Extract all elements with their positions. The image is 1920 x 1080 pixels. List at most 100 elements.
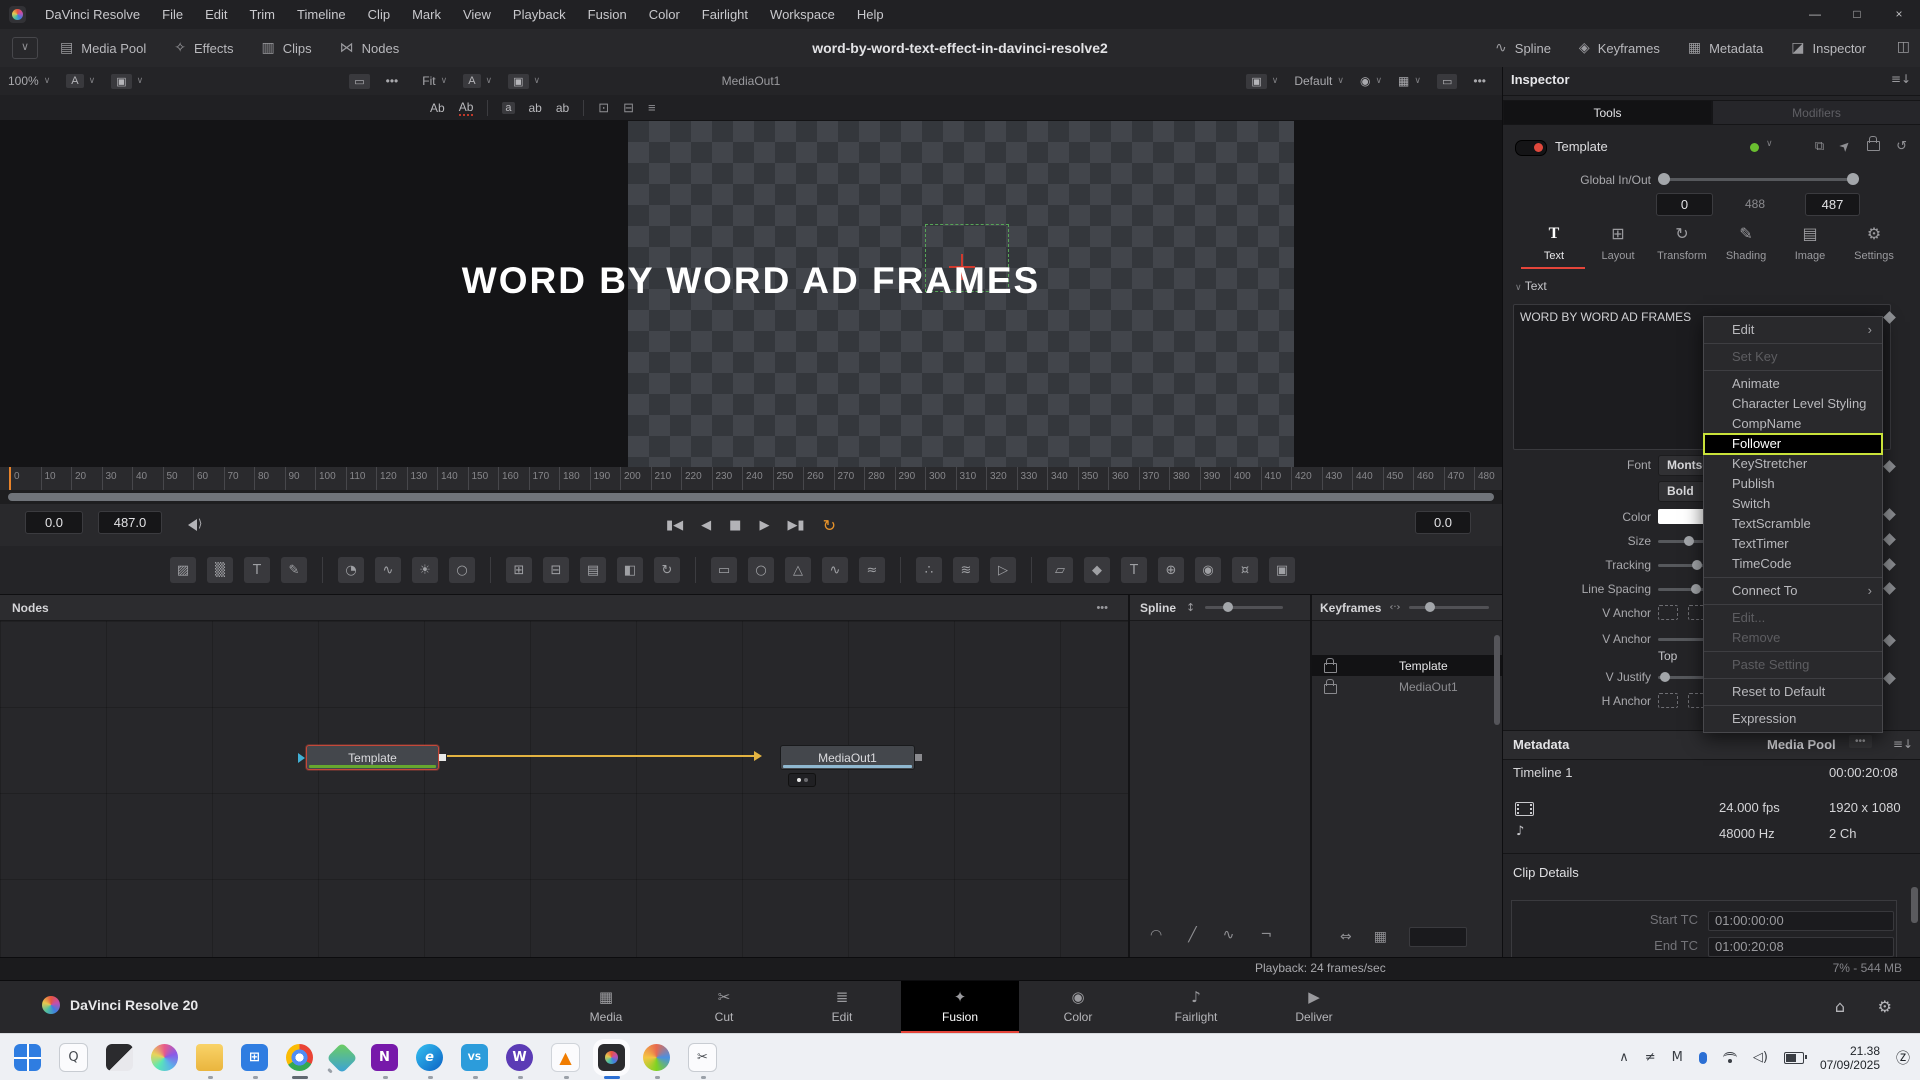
fusion-tool-icon[interactable]: ∿ [375, 557, 401, 583]
fusion-tool-icon[interactable]: ☀ [412, 557, 438, 583]
context-menu-item[interactable]: Set Key [1704, 347, 1882, 367]
menu-item[interactable]: Trim [239, 0, 287, 29]
lock-icon[interactable] [1867, 141, 1880, 151]
page-tab[interactable]: ✦ Fusion [901, 981, 1019, 1034]
lock-icon[interactable] [1324, 663, 1337, 673]
timeline-zoom-scrollbar[interactable] [8, 493, 1494, 501]
fusion-tool-icon[interactable]: T [244, 557, 270, 583]
window-control-button[interactable]: □ [1836, 0, 1878, 29]
tab-layout[interactable]: ⊞ Layout [1587, 222, 1649, 264]
grid-dropdown[interactable]: ▦∨ [1390, 67, 1429, 95]
taskbar-app-icon[interactable]: Q [59, 1043, 88, 1072]
viewer-canvas[interactable]: WORD BY WORD AD FRAMES [0, 121, 1502, 467]
transport-button[interactable]: ▮◀ [666, 518, 683, 533]
panel-divider[interactable] [1310, 595, 1312, 957]
keyframes-row[interactable]: MediaOut1 [1312, 676, 1502, 697]
menu-item[interactable]: File [151, 0, 194, 29]
page-tab[interactable]: ✂ Cut [665, 981, 783, 1034]
tray-app-icon[interactable]: Ⅿ [1672, 1050, 1683, 1065]
fusion-tool-icon[interactable]: ◔ [338, 557, 364, 583]
taskbar-app-icon[interactable]: VS [461, 1044, 488, 1071]
tab-tools[interactable]: Tools [1503, 100, 1712, 125]
reset-history-icon[interactable]: ↺ [1896, 139, 1907, 154]
taskbar-app-icon[interactable] [643, 1044, 670, 1071]
taskbar-app-icon[interactable] [598, 1044, 625, 1071]
volume-icon[interactable]: ◁) [1753, 1050, 1768, 1065]
viewer-display-dropdown[interactable]: ▣∨ [1238, 67, 1286, 95]
context-menu-item[interactable]: Publish [1704, 474, 1882, 494]
text-tool-icon[interactable]: ⊟ [623, 100, 634, 116]
context-menu-item[interactable]: Remove [1704, 628, 1882, 648]
text-section-header[interactable]: ∨ Text [1515, 279, 1547, 293]
template-node[interactable]: Template [306, 745, 439, 770]
menu-item[interactable]: Color [638, 0, 691, 29]
transport-button[interactable]: ▶▮ [787, 518, 804, 533]
viewer-options-button[interactable]: ••• [378, 67, 407, 95]
viewer-channel2-dropdown[interactable]: A∨ [455, 67, 500, 95]
slider-handle[interactable] [1847, 173, 1859, 185]
smooth-spline-icon[interactable]: ◠ [1150, 927, 1162, 943]
tab-transform[interactable]: ↻ Transform [1651, 222, 1713, 264]
battery-icon[interactable] [1784, 1052, 1804, 1064]
timeline-ruler[interactable]: 0102030405060708090100110120130140150160… [0, 467, 1502, 491]
fusion-tool-icon[interactable]: ▣ [1269, 557, 1295, 583]
context-menu-item[interactable]: Edit... [1704, 608, 1882, 628]
fusion-tool-icon[interactable]: ¤ [1232, 557, 1258, 583]
panel-toggle-button[interactable]: ◪ Inspector [1777, 29, 1880, 67]
context-menu-item[interactable]: TimeCode [1704, 554, 1882, 574]
window-control-button[interactable]: × [1878, 0, 1920, 29]
tab-text[interactable]: T Text [1523, 222, 1585, 264]
toolbar-button[interactable]: ✧ Effects [160, 29, 247, 67]
taskbar-app-icon[interactable] [106, 1044, 133, 1071]
node-output-icon[interactable] [915, 754, 922, 761]
context-menu-item[interactable]: Edit › [1704, 320, 1882, 340]
panel-layout-icon[interactable]: ◫ [1897, 39, 1910, 55]
wifi-icon[interactable] [1723, 1052, 1737, 1063]
tool-enable-toggle[interactable] [1515, 140, 1547, 156]
panel-divider[interactable] [1128, 595, 1130, 957]
fusion-tool-icon[interactable]: ▱ [1047, 557, 1073, 583]
expand-viewer-button[interactable]: ▭ [1429, 67, 1465, 95]
toolbar-button[interactable]: ▤ Media Pool [46, 29, 160, 67]
taskbar-app-icon[interactable]: ⊞ [241, 1044, 268, 1071]
page-tab[interactable]: ▦ Media [547, 981, 665, 1034]
text-tool-icon[interactable]: ⊡ [598, 100, 609, 116]
tray-expand-icon[interactable]: ∧ [1619, 1050, 1629, 1065]
panel-toggle-button[interactable]: ∿ Spline [1481, 29, 1565, 67]
slider-handle[interactable] [1684, 536, 1694, 546]
taskbar-app-icon[interactable]: ✂ [688, 1043, 717, 1072]
fusion-tool-icon[interactable]: ○ [449, 557, 475, 583]
copy-settings-icon[interactable]: ⧉ [1815, 139, 1824, 154]
tab-settings[interactable]: ⚙ Settings [1843, 222, 1905, 264]
spreadsheet-icon[interactable]: ▦ [1374, 929, 1387, 945]
fusion-tool-icon[interactable]: ◉ [1195, 557, 1221, 583]
menu-item[interactable]: Edit [194, 0, 238, 29]
toolbar-collapse-button[interactable]: ∨ [12, 37, 38, 59]
transport-button[interactable]: ■ [729, 518, 741, 533]
node-output-icon[interactable] [439, 754, 446, 761]
slider-handle[interactable] [1692, 560, 1702, 570]
fusion-tool-icon[interactable]: ⊟ [543, 557, 569, 583]
node-connection[interactable] [447, 755, 759, 757]
fusion-tool-icon[interactable]: ⊕ [1158, 557, 1184, 583]
chevron-down-icon[interactable]: ∨ [1766, 139, 1773, 149]
taskbar-app-icon[interactable] [286, 1044, 313, 1071]
inspector-scrollbar[interactable] [1911, 887, 1918, 923]
context-menu-item[interactable]: Expression [1704, 709, 1882, 729]
menu-item[interactable]: Fusion [577, 0, 638, 29]
menu-item[interactable]: Mark [401, 0, 452, 29]
color-wheel-dropdown[interactable]: ◉∨ [1352, 67, 1390, 95]
toolbar-button[interactable]: ▥ Clips [248, 29, 326, 67]
viewer-view-dropdown[interactable]: ▣∨ [103, 67, 151, 95]
end-tc-value[interactable]: 01:00:20:08 [1708, 937, 1894, 957]
microphone-icon[interactable] [1699, 1052, 1707, 1064]
viewer-channel-dropdown[interactable]: A∨ [58, 67, 103, 95]
fusion-tool-icon[interactable]: △ [785, 557, 811, 583]
fusion-tool-icon[interactable]: ▤ [580, 557, 606, 583]
context-menu-item[interactable]: Switch [1704, 494, 1882, 514]
tray-mixer-icon[interactable]: ≠ [1645, 1050, 1656, 1065]
keyframes-scrollbar[interactable] [1494, 635, 1500, 725]
viewer-rect-button[interactable]: ▭ [341, 67, 377, 95]
tab-shading[interactable]: ✎ Shading [1715, 222, 1777, 264]
window-control-button[interactable]: — [1794, 0, 1836, 29]
